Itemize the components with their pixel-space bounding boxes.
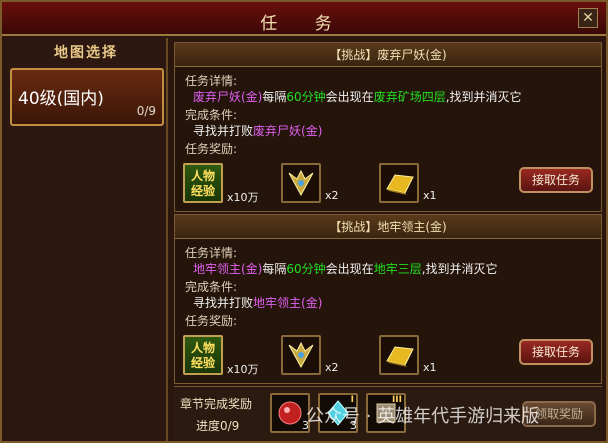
reward-row: 人物 经验 x10万 x2 x1 接取任务 [183,335,597,379]
map-sidebar: 地图选择 40级(国内) 0/9 [6,38,168,441]
rewards-label: 任务奖励: [185,142,238,156]
chapter-progress: 进度0/9 [196,419,240,433]
exp-label: 经验 [190,356,215,370]
task-card: 【挑战】废弃尸妖(金) 任务详情: 废弃尸妖(金)每隔60分钟会出现在废弃矿场四… [174,42,602,212]
window-title: 任 务 [260,14,348,34]
reward-qty: x2 [325,189,339,202]
condition-text: 寻找并打败 [193,296,254,310]
task-title: 【挑战】地牢领主(金) [175,215,601,239]
detail-text: 会出现在 [325,90,374,104]
wing-emblem-icon[interactable] [281,335,321,375]
map-item-count: 0/9 [136,104,156,118]
task-list: 【挑战】废弃尸妖(金) 任务详情: 废弃尸妖(金)每隔60分钟会出现在废弃矿场四… [170,38,606,441]
task-card: 【挑战】地牢领主(金) 任务详情: 地牢领主(金)每隔60分钟会出现在地牢三层,… [174,214,602,384]
detail-text: 每隔 [262,262,287,276]
detail-interval: 60分钟 [286,262,326,276]
detail-place: 废弃矿场四层 [373,90,446,104]
task-detail: 废弃尸妖(金)每隔60分钟会出现在废弃矿场四层,找到并消灭它 [193,89,522,105]
task-condition: 寻找并打败废弃尸妖(金) [193,123,322,139]
sidebar-item-level-40[interactable]: 40级(国内) 0/9 [10,68,164,126]
detail-text: ,找到并消灭它 [421,262,498,276]
task-detail: 地牢领主(金)每隔60分钟会出现在地牢三层,找到并消灭它 [193,261,498,277]
title-bar: 任 务 ✕ [2,2,606,36]
accept-task-button[interactable]: 接取任务 [519,167,593,193]
detail-interval: 60分钟 [286,90,326,104]
reward-qty: x10万 [227,363,259,376]
conditions-label: 完成条件: [185,280,238,294]
wing-emblem-icon[interactable] [281,163,321,203]
chapter-title: 章节完成奖励 [180,397,253,411]
reward-qty: x10万 [227,191,259,204]
sidebar-header: 地图选择 [54,45,118,61]
rewards-label: 任务奖励: [185,314,238,328]
detail-monster: 废弃尸妖(金) [193,90,263,104]
detail-text: 每隔 [262,90,287,104]
red-gem-icon[interactable]: 3 [270,393,310,433]
exp-reward-icon[interactable]: 人物 经验 [183,163,223,203]
close-button[interactable]: ✕ [578,8,598,28]
exp-label: 人物 [190,341,215,355]
detail-place: 地牢三层 [373,262,422,276]
condition-monster: 废弃尸妖(金) [253,124,323,138]
gold-bar-icon[interactable] [379,163,419,203]
map-item-label: 40级(国内) [18,89,104,109]
accept-task-button[interactable]: 接取任务 [519,339,593,365]
gold-bar-icon[interactable] [379,335,419,375]
exp-label: 人物 [190,169,215,183]
reward-qty: x2 [325,361,339,374]
details-label: 任务详情: [185,74,238,88]
detail-text: 会出现在 [325,262,374,276]
task-title: 【挑战】废弃尸妖(金) [175,43,601,67]
watermark: 公众号 · 英雄年代手游归来版 [306,406,540,427]
reward-qty: x1 [423,361,437,374]
exp-label: 经验 [190,184,215,198]
condition-monster: 地牢领主(金) [253,296,323,310]
reward-qty: x1 [423,189,437,202]
task-window: 任 务 ✕ 地图选择 40级(国内) 0/9 【挑战】废弃尸妖(金) 任务详情:… [0,0,608,443]
conditions-label: 完成条件: [185,108,238,122]
detail-text: ,找到并消灭它 [445,90,522,104]
detail-monster: 地牢领主(金) [193,262,263,276]
exp-reward-icon[interactable]: 人物 经验 [183,335,223,375]
task-condition: 寻找并打败地牢领主(金) [193,295,322,311]
reward-row: 人物 经验 x10万 x2 x1 接取任务 [183,163,597,207]
details-label: 任务详情: [185,246,238,260]
condition-text: 寻找并打败 [193,124,254,138]
